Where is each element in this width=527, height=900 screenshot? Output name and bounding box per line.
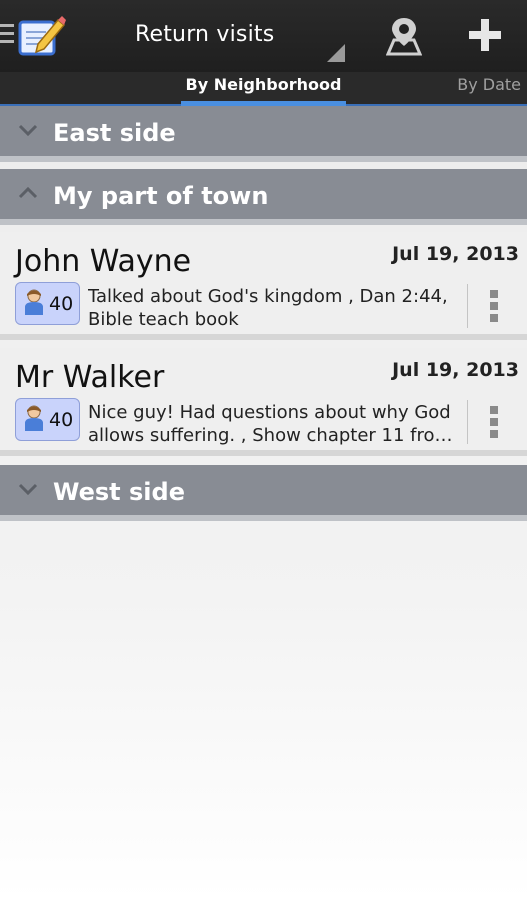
visit-notes: Nice guy! Had questions about why God al… xyxy=(88,402,453,446)
map-pin-icon[interactable] xyxy=(386,16,422,56)
overflow-menu-icon[interactable] xyxy=(490,406,500,440)
app-notepad-icon[interactable] xyxy=(16,14,66,58)
person-icon xyxy=(25,289,43,315)
group-label: West side xyxy=(53,478,185,506)
visit-count: 40 xyxy=(49,409,74,431)
group-label: My part of town xyxy=(53,182,269,210)
visit-name: John Wayne xyxy=(15,244,192,279)
menu-lines-icon[interactable] xyxy=(0,24,14,48)
group-label: East side xyxy=(53,119,176,147)
visit-date: Jul 19, 2013 xyxy=(392,243,519,265)
tab-by-neighborhood[interactable]: By Neighborhood xyxy=(181,72,346,106)
person-icon xyxy=(25,405,43,431)
tab-by-date[interactable]: By Date xyxy=(446,72,527,104)
group-header-east-side[interactable]: East side xyxy=(0,106,527,162)
tab-strip: By Neighborhood By Date xyxy=(0,72,527,106)
group-header-west-side[interactable]: West side xyxy=(0,465,527,521)
chevron-up-icon xyxy=(18,186,38,199)
add-icon[interactable] xyxy=(467,17,503,53)
visit-date: Jul 19, 2013 xyxy=(392,359,519,381)
chevron-down-icon xyxy=(18,124,38,137)
spinner-dropdown-icon[interactable] xyxy=(327,44,345,62)
visit-row[interactable]: Mr Walker Jul 19, 2013 40 Nice guy! Had … xyxy=(0,348,527,456)
visit-count-badge: 40 xyxy=(15,282,80,325)
overflow-menu-icon[interactable] xyxy=(490,290,500,324)
action-bar: Return visits xyxy=(0,0,527,72)
row-divider xyxy=(467,400,468,444)
screen-title[interactable]: Return visits xyxy=(135,22,274,47)
visit-row[interactable]: John Wayne Jul 19, 2013 40 Talked about … xyxy=(0,232,527,340)
visit-notes: Talked about God's kingdom , Dan 2:44, B… xyxy=(88,286,448,330)
row-divider xyxy=(467,284,468,328)
visit-count: 40 xyxy=(49,293,74,315)
chevron-down-icon xyxy=(18,483,38,496)
group-header-my-part-of-town[interactable]: My part of town xyxy=(0,169,527,225)
visit-count-badge: 40 xyxy=(15,398,80,441)
tab-by-neighborhood-label: By Neighborhood xyxy=(185,75,342,94)
visit-name: Mr Walker xyxy=(15,360,165,395)
